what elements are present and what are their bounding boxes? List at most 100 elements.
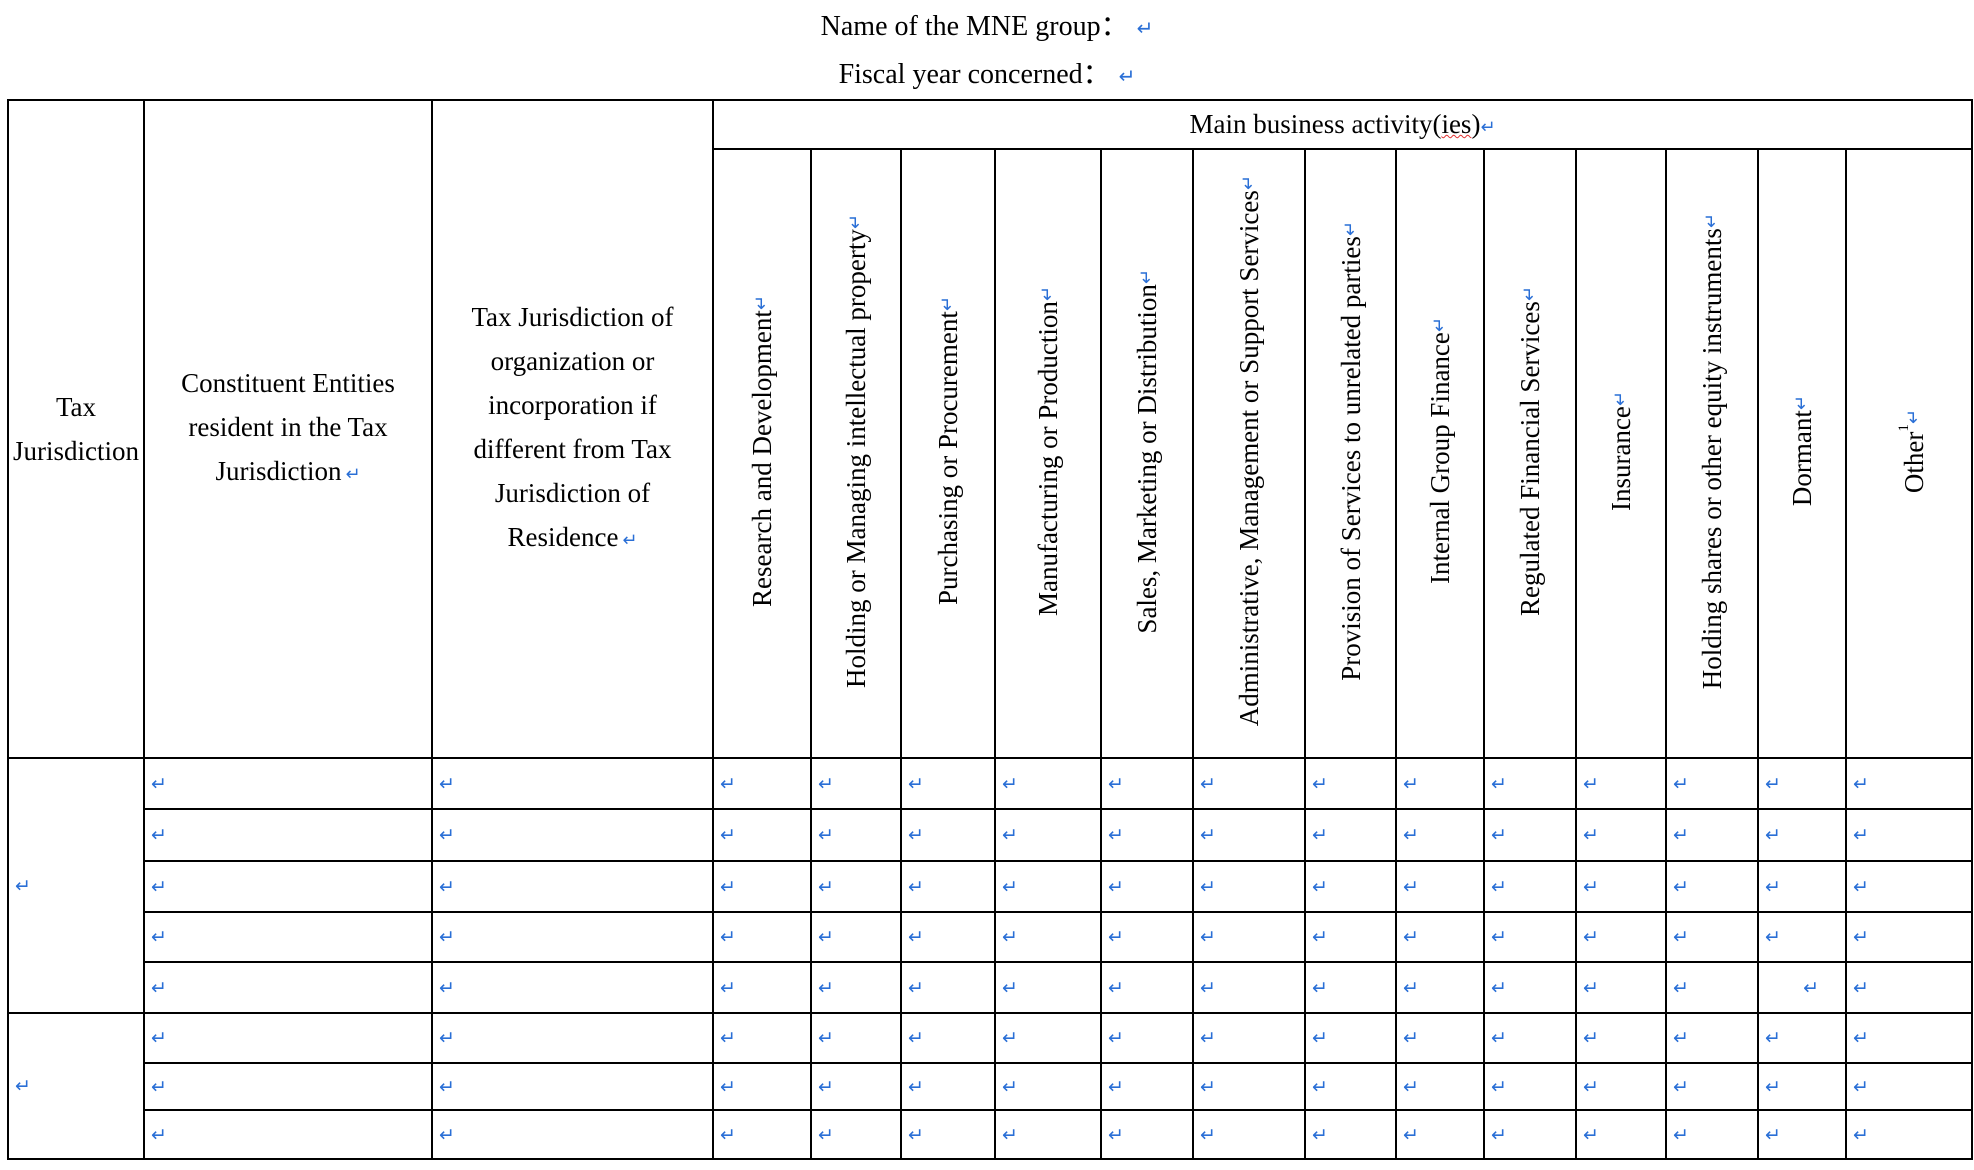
activity-cell[interactable]: ↵	[1575, 808, 1667, 862]
activity-cell[interactable]: ↵	[994, 961, 1102, 1014]
activity-cell[interactable]: ↵	[1395, 911, 1485, 963]
activity-cell[interactable]: ↵	[1483, 1062, 1577, 1111]
activity-cell[interactable]: ↵	[1575, 860, 1667, 913]
entity-cell[interactable]: ↵	[143, 961, 433, 1014]
entity-cell[interactable]: ↵	[143, 757, 433, 810]
activity-cell[interactable]: ↵	[1395, 961, 1485, 1014]
activity-cell[interactable]: ↵	[1304, 1062, 1397, 1111]
activity-cell[interactable]: ↵	[1304, 1012, 1397, 1064]
entity-cell[interactable]: ↵	[143, 1062, 433, 1111]
activity-cell[interactable]: ↵	[900, 1109, 996, 1160]
activity-cell[interactable]: ↵	[1757, 1012, 1847, 1064]
activity-cell[interactable]: ↵	[712, 1062, 812, 1111]
activity-cell[interactable]: ↵	[1665, 1109, 1759, 1160]
activity-cell[interactable]: ↵	[712, 1012, 812, 1064]
activity-cell[interactable]: ↵	[1757, 1109, 1847, 1160]
entity-cell[interactable]: ↵	[143, 808, 433, 862]
activity-cell[interactable]: ↵	[1575, 757, 1667, 810]
activity-cell[interactable]: ↵	[1192, 1062, 1306, 1111]
activity-cell[interactable]: ↵	[994, 757, 1102, 810]
activity-cell[interactable]: ↵	[1192, 1012, 1306, 1064]
activity-cell[interactable]: ↵	[1757, 911, 1847, 963]
org-jurisdiction-cell[interactable]: ↵	[431, 1109, 714, 1160]
activity-cell[interactable]: ↵	[1483, 1012, 1577, 1064]
activity-cell[interactable]: ↵	[810, 757, 902, 810]
activity-cell[interactable]: ↵	[1483, 860, 1577, 913]
activity-cell[interactable]: ↵	[1665, 1062, 1759, 1111]
activity-cell[interactable]: ↵	[994, 1062, 1102, 1111]
activity-cell[interactable]: ↵	[994, 911, 1102, 963]
activity-cell[interactable]: ↵	[900, 961, 996, 1014]
activity-cell[interactable]: ↵	[810, 1062, 902, 1111]
activity-cell[interactable]: ↵	[900, 1062, 996, 1111]
activity-cell[interactable]: ↵	[712, 961, 812, 1014]
activity-cell[interactable]: ↵	[1100, 808, 1194, 862]
activity-cell[interactable]: ↵	[1845, 808, 1973, 862]
org-jurisdiction-cell[interactable]: ↵	[431, 860, 714, 913]
activity-cell[interactable]: ↵	[1304, 911, 1397, 963]
jurisdiction-cell[interactable]: ↵	[7, 1012, 145, 1160]
activity-cell[interactable]: ↵	[1757, 961, 1847, 1014]
activity-cell[interactable]: ↵	[1100, 911, 1194, 963]
activity-cell[interactable]: ↵	[994, 1012, 1102, 1064]
activity-cell[interactable]: ↵	[1665, 911, 1759, 963]
activity-cell[interactable]: ↵	[810, 911, 902, 963]
activity-cell[interactable]: ↵	[994, 808, 1102, 862]
activity-cell[interactable]: ↵	[1100, 1062, 1194, 1111]
activity-cell[interactable]: ↵	[900, 1012, 996, 1064]
activity-cell[interactable]: ↵	[1395, 860, 1485, 913]
activity-cell[interactable]: ↵	[1192, 961, 1306, 1014]
activity-cell[interactable]: ↵	[1192, 757, 1306, 810]
activity-cell[interactable]: ↵	[1483, 1109, 1577, 1160]
activity-cell[interactable]: ↵	[1845, 911, 1973, 963]
org-jurisdiction-cell[interactable]: ↵	[431, 961, 714, 1014]
activity-cell[interactable]: ↵	[994, 860, 1102, 913]
org-jurisdiction-cell[interactable]: ↵	[431, 757, 714, 810]
activity-cell[interactable]: ↵	[1665, 860, 1759, 913]
activity-cell[interactable]: ↵	[712, 911, 812, 963]
activity-cell[interactable]: ↵	[1757, 757, 1847, 810]
activity-cell[interactable]: ↵	[1665, 808, 1759, 862]
activity-cell[interactable]: ↵	[1845, 860, 1973, 913]
activity-cell[interactable]: ↵	[810, 1109, 902, 1160]
activity-cell[interactable]: ↵	[1304, 860, 1397, 913]
activity-cell[interactable]: ↵	[1304, 961, 1397, 1014]
activity-cell[interactable]: ↵	[1665, 1012, 1759, 1064]
activity-cell[interactable]: ↵	[1395, 757, 1485, 810]
activity-cell[interactable]: ↵	[1395, 1012, 1485, 1064]
activity-cell[interactable]: ↵	[1483, 961, 1577, 1014]
activity-cell[interactable]: ↵	[1395, 1062, 1485, 1111]
activity-cell[interactable]: ↵	[900, 860, 996, 913]
activity-cell[interactable]: ↵	[1395, 1109, 1485, 1160]
entity-cell[interactable]: ↵	[143, 1012, 433, 1064]
activity-cell[interactable]: ↵	[1395, 808, 1485, 862]
activity-cell[interactable]: ↵	[810, 961, 902, 1014]
org-jurisdiction-cell[interactable]: ↵	[431, 1012, 714, 1064]
activity-cell[interactable]: ↵	[1483, 911, 1577, 963]
activity-cell[interactable]: ↵	[1304, 1109, 1397, 1160]
activity-cell[interactable]: ↵	[900, 911, 996, 963]
activity-cell[interactable]: ↵	[1192, 1109, 1306, 1160]
activity-cell[interactable]: ↵	[1575, 1062, 1667, 1111]
entity-cell[interactable]: ↵	[143, 860, 433, 913]
activity-cell[interactable]: ↵	[1304, 808, 1397, 862]
activity-cell[interactable]: ↵	[1100, 1109, 1194, 1160]
activity-cell[interactable]: ↵	[1100, 961, 1194, 1014]
activity-cell[interactable]: ↵	[1304, 757, 1397, 810]
activity-cell[interactable]: ↵	[1575, 961, 1667, 1014]
activity-cell[interactable]: ↵	[712, 757, 812, 810]
activity-cell[interactable]: ↵	[1845, 757, 1973, 810]
activity-cell[interactable]: ↵	[1483, 757, 1577, 810]
activity-cell[interactable]: ↵	[1575, 1109, 1667, 1160]
activity-cell[interactable]: ↵	[1575, 1012, 1667, 1064]
activity-cell[interactable]: ↵	[1845, 961, 1973, 1014]
activity-cell[interactable]: ↵	[1757, 808, 1847, 862]
activity-cell[interactable]: ↵	[1100, 860, 1194, 913]
activity-cell[interactable]: ↵	[1483, 808, 1577, 862]
activity-cell[interactable]: ↵	[1845, 1062, 1973, 1111]
activity-cell[interactable]: ↵	[1757, 860, 1847, 913]
activity-cell[interactable]: ↵	[900, 808, 996, 862]
activity-cell[interactable]: ↵	[1192, 860, 1306, 913]
activity-cell[interactable]: ↵	[810, 1012, 902, 1064]
activity-cell[interactable]: ↵	[1845, 1109, 1973, 1160]
